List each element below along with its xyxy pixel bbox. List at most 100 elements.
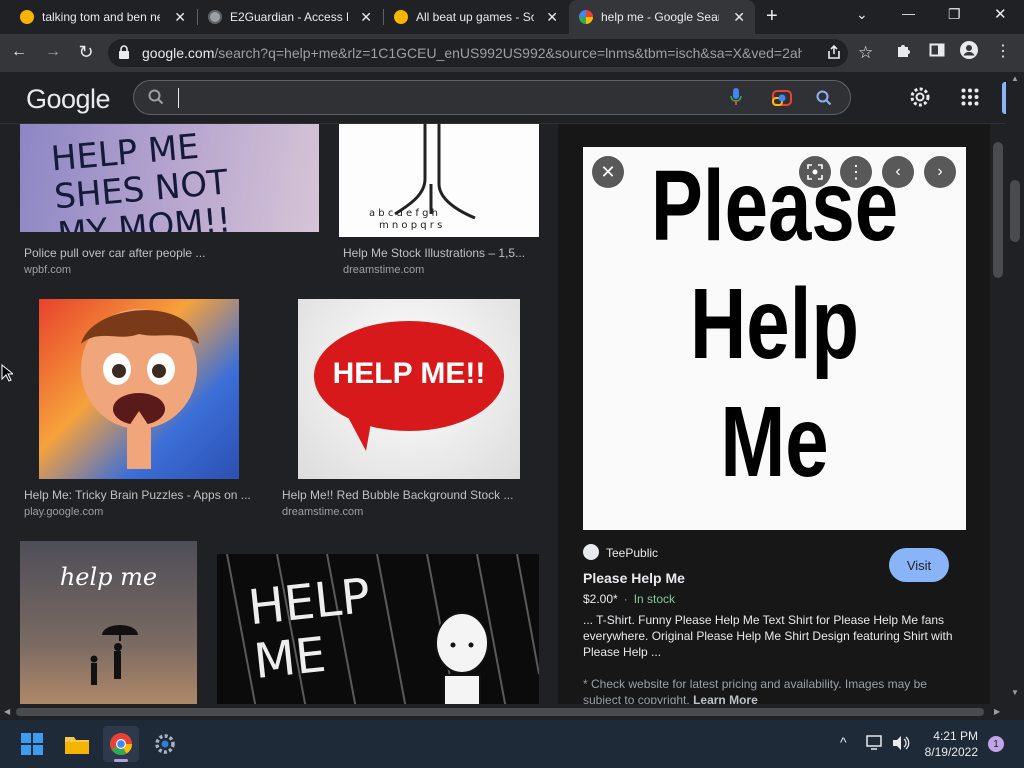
- result-source[interactable]: dreamstime.com: [343, 264, 424, 276]
- network-icon[interactable]: [866, 735, 884, 756]
- preview-image-text: Please Help Me: [625, 147, 924, 501]
- preview-line-1: Please: [650, 150, 899, 262]
- tab-close-icon[interactable]: ✕: [360, 9, 372, 26]
- result-image-6[interactable]: HELP ME: [217, 554, 539, 704]
- google-g-icon: [579, 10, 593, 24]
- file-explorer-icon[interactable]: [59, 726, 95, 762]
- source-site-name[interactable]: TeePublic: [606, 546, 658, 560]
- clock-date: 8/19/2022: [924, 745, 978, 759]
- tab-close-icon[interactable]: ✕: [174, 9, 186, 26]
- tab-title: help me - Google Sear: [601, 10, 719, 24]
- image-text: HELP ME!!: [332, 357, 486, 390]
- scratch-cat-icon: [20, 10, 34, 24]
- tab-talking-tom[interactable]: talking tom and ben ne ✕: [10, 0, 196, 34]
- url-host: google.com: [142, 45, 215, 61]
- price-separator: ·: [623, 592, 628, 606]
- preview-line-2: Help: [689, 268, 860, 380]
- preview-description: ... T-Shirt. Funny Please Help Me Text S…: [583, 613, 953, 659]
- restore-button[interactable]: ❐: [948, 6, 961, 23]
- result-image-1[interactable]: HELP ME SHES NOT MY MOM!!: [20, 124, 319, 232]
- window-close-button[interactable]: ✕: [994, 5, 1007, 23]
- result-image-4[interactable]: HELP ME!!: [298, 299, 520, 479]
- result-image-3[interactable]: [39, 299, 239, 479]
- clock-time: 4:21 PM: [933, 729, 978, 743]
- search-submit-icon[interactable]: [816, 90, 832, 111]
- google-logo[interactable]: Google: [26, 84, 111, 115]
- search-input[interactable]: [178, 88, 718, 108]
- sad-girl-drawing: [435, 612, 489, 704]
- tree-illustration: a b c d e f g hm n o p q r s: [369, 124, 476, 231]
- bookmark-star-icon[interactable]: ☆: [858, 43, 873, 63]
- chrome-taskbar-icon[interactable]: [103, 726, 139, 762]
- scroll-right-arrow-icon[interactable]: ▶: [994, 707, 1000, 716]
- share-icon[interactable]: [826, 44, 842, 63]
- address-bar[interactable]: google.com/search?q=help+me&rlz=1C1GCEU_…: [108, 39, 848, 67]
- search-box[interactable]: [133, 80, 851, 115]
- notification-badge[interactable]: 1: [988, 736, 1004, 752]
- tab-all-beat-up-games[interactable]: All beat up games - Sc ✕: [384, 0, 568, 34]
- result-caption[interactable]: Help Me Stock Illustrations – 1,5...: [343, 246, 525, 260]
- settings-gear-icon[interactable]: [908, 85, 932, 114]
- scroll-up-arrow-icon[interactable]: ▲: [1011, 74, 1019, 83]
- url-path: /search?q=help+me&rlz=1C1GCEU_enUS992US9…: [214, 45, 802, 61]
- image-text: HELP ME SHES NOT MY MOM!!: [49, 126, 233, 232]
- tab-help-me-google[interactable]: help me - Google Sear ✕: [569, 0, 755, 34]
- apps-grid-icon[interactable]: [961, 88, 979, 111]
- extensions-puzzle-icon[interactable]: [893, 42, 915, 63]
- tray-overflow-icon[interactable]: ^: [840, 734, 847, 750]
- result-source[interactable]: play.google.com: [24, 506, 103, 518]
- result-image-5[interactable]: help me: [20, 541, 197, 704]
- price-row: $2.00* · In stock: [583, 592, 675, 606]
- lock-icon: [118, 45, 130, 62]
- preview-title[interactable]: Please Help Me: [583, 570, 685, 586]
- windows-start-icon[interactable]: [14, 726, 50, 762]
- result-caption[interactable]: Help Me: Tricky Brain Puzzles - Apps on …: [24, 488, 251, 502]
- disclaimer: * Check website for latest pricing and a…: [583, 676, 963, 704]
- volume-icon[interactable]: [892, 735, 910, 756]
- vertical-scroll-thumb[interactable]: [1010, 180, 1020, 242]
- learn-more-link[interactable]: Learn More: [693, 693, 758, 704]
- lens-search-icon[interactable]: [799, 156, 831, 188]
- tab-close-icon[interactable]: ✕: [733, 9, 745, 26]
- scratch-cat-icon: [394, 10, 408, 24]
- horizontal-scrollbar[interactable]: ◀ ▶: [0, 704, 1006, 720]
- panel-scroll-thumb[interactable]: [993, 142, 1003, 278]
- side-panel-icon[interactable]: [926, 42, 948, 63]
- tab-close-icon[interactable]: ✕: [546, 9, 558, 26]
- profile-avatar-icon[interactable]: [958, 41, 980, 64]
- result-image-2[interactable]: a b c d e f g hm n o p q r s: [339, 124, 539, 237]
- microphone-icon[interactable]: [730, 88, 742, 111]
- result-source[interactable]: wpbf.com: [24, 264, 71, 276]
- image-text: help me: [59, 563, 158, 591]
- tab-strip: talking tom and ben ne ✕ E2Guardian - Ac…: [0, 0, 1024, 34]
- horizontal-scroll-thumb[interactable]: [16, 708, 984, 716]
- vertical-scrollbar[interactable]: ▲ ▼: [1006, 72, 1024, 704]
- result-caption[interactable]: Police pull over car after people ...: [24, 246, 205, 260]
- settings-taskbar-icon[interactable]: [147, 726, 183, 762]
- new-tab-button[interactable]: +: [766, 5, 778, 28]
- lens-camera-icon[interactable]: [772, 89, 792, 112]
- minimize-button[interactable]: —: [902, 6, 915, 21]
- tab-title: talking tom and ben ne: [42, 10, 160, 24]
- panel-scrollbar[interactable]: [991, 124, 1005, 704]
- close-preview-icon[interactable]: ✕: [592, 156, 624, 188]
- reload-icon[interactable]: ↻: [75, 42, 97, 63]
- tab-search-icon[interactable]: ⌄: [856, 6, 868, 23]
- image-results-grid: HELP ME SHES NOT MY MOM!! Police pull ov…: [0, 124, 558, 704]
- forward-arrow-icon[interactable]: →: [42, 43, 64, 61]
- back-arrow-icon[interactable]: ←: [8, 43, 30, 61]
- image-text: HELP ME: [245, 567, 373, 691]
- scroll-left-arrow-icon[interactable]: ◀: [4, 707, 10, 716]
- previous-arrow-icon[interactable]: ‹: [882, 156, 914, 188]
- search-icon: [148, 89, 164, 110]
- result-source[interactable]: dreamstime.com: [282, 506, 363, 518]
- clock[interactable]: 4:21 PM 8/19/2022: [918, 728, 978, 760]
- visit-button[interactable]: Visit: [889, 548, 949, 582]
- next-arrow-icon[interactable]: ›: [924, 156, 956, 188]
- tab-e2guardian[interactable]: E2Guardian - Access De ✕: [198, 0, 382, 34]
- result-caption[interactable]: Help Me!! Red Bubble Background Stock ..…: [282, 488, 513, 502]
- scroll-down-arrow-icon[interactable]: ▼: [1011, 688, 1019, 697]
- more-options-icon[interactable]: ⋮: [840, 156, 872, 188]
- globe-icon: [208, 10, 222, 24]
- chrome-menu-icon[interactable]: ⋮: [992, 41, 1014, 61]
